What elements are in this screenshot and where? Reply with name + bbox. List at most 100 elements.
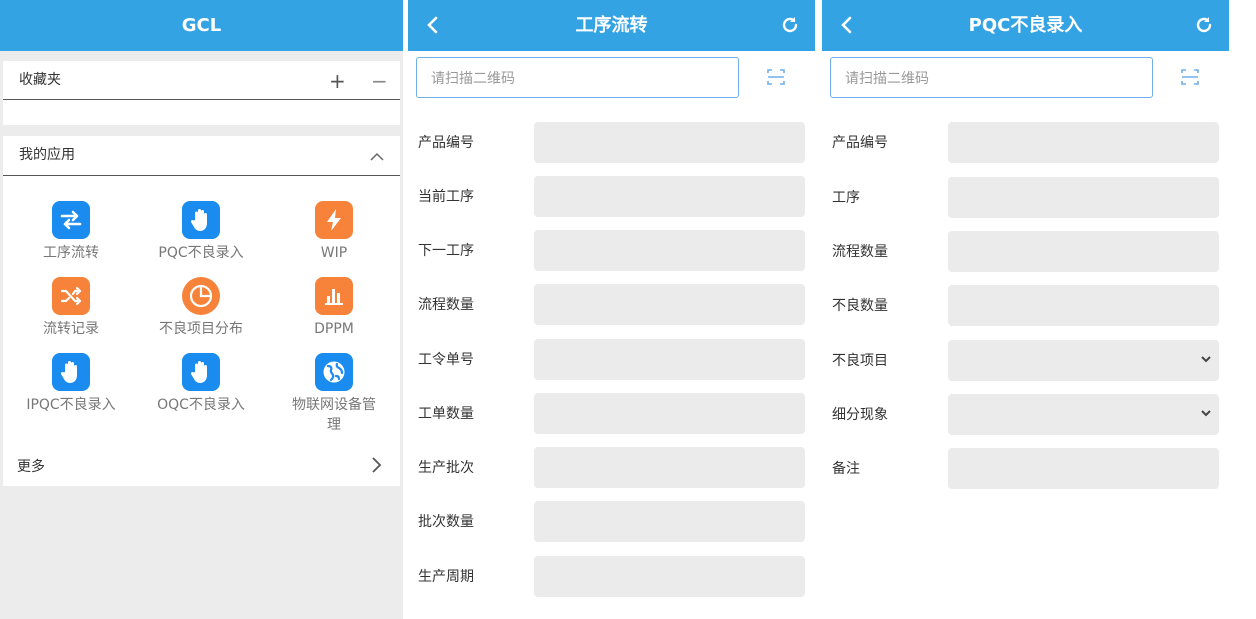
process-transfer-panel: 工序流转 产品编号 当前工序 下一工序 流程数量 工令单号 工单数量 生产批次 (408, 0, 815, 619)
qr-scan-input[interactable] (429, 58, 733, 99)
scan-icon[interactable] (1180, 67, 1200, 87)
refresh-icon[interactable] (1193, 14, 1215, 36)
app-oqc-defect-entry[interactable]: OQC不良录入 (136, 353, 266, 415)
field-row-flow-qty: 流程数量 (408, 284, 815, 326)
pqc-defect-title: PQC不良录入 (968, 15, 1083, 36)
field-label: 不良数量 (832, 298, 888, 314)
app-label: 流转记录 (43, 321, 99, 337)
process-transfer-header: 工序流转 (408, 0, 815, 51)
work-order-qty-field[interactable] (534, 393, 805, 434)
more-link[interactable]: 更多 (17, 456, 45, 476)
scan-field (416, 57, 739, 99)
app-ipqc-defect-entry[interactable]: IPQC不良录入 (6, 353, 136, 415)
field-label: 工单数量 (418, 406, 474, 422)
field-row-next-process: 下一工序 (408, 230, 815, 272)
divider (3, 99, 400, 100)
flow-qty-field[interactable] (534, 284, 805, 325)
swap-icon (52, 201, 90, 239)
favorites-card: 收藏夹 + − (3, 61, 400, 125)
field-label: 生产批次 (418, 460, 474, 476)
production-batch-field[interactable] (534, 447, 805, 488)
field-label: 下一工序 (418, 243, 474, 259)
field-row-work-order-no: 工令单号 (408, 339, 815, 381)
field-row-current-process: 当前工序 (408, 176, 815, 218)
batch-qty-field[interactable] (534, 501, 805, 542)
product-no-field[interactable] (534, 122, 805, 163)
app-label: IPQC不良录入 (26, 397, 116, 413)
chevron-up-icon[interactable] (369, 149, 385, 163)
field-label: 备注 (832, 461, 860, 477)
app-dppm[interactable]: DPPM (269, 277, 399, 339)
sub-phenomenon-select[interactable] (948, 394, 1219, 435)
app-process-transfer[interactable]: 工序流转 (6, 201, 136, 263)
remove-favorite-button[interactable]: − (371, 71, 388, 91)
app-label: 工序流转 (43, 245, 99, 261)
defect-qty-field[interactable] (948, 285, 1219, 326)
field-row-batch-qty: 批次数量 (408, 501, 815, 543)
app-pqc-defect-entry[interactable]: PQC不良录入 (136, 201, 266, 263)
field-row-flow-qty: 流程数量 (822, 231, 1229, 273)
field-label: 细分现象 (832, 407, 888, 423)
field-label: 产品编号 (832, 135, 888, 151)
field-label: 流程数量 (832, 244, 888, 260)
home-header: GCL (0, 0, 403, 51)
field-row-defect-qty: 不良数量 (822, 285, 1229, 327)
field-row-product-no: 产品编号 (822, 122, 1229, 164)
field-label: 当前工序 (418, 189, 474, 205)
shuffle-icon (52, 277, 90, 315)
remarks-field[interactable] (948, 448, 1219, 489)
app-defect-distribution[interactable]: 不良项目分布 (136, 277, 266, 339)
app-label: WIP (320, 245, 348, 261)
field-row-defect-item: 不良项目 (822, 340, 1229, 382)
process-field[interactable] (948, 177, 1219, 218)
field-label: 批次数量 (418, 514, 474, 530)
app-label: OQC不良录入 (157, 397, 245, 413)
app-label: PQC不良录入 (158, 245, 244, 261)
field-row-product-no: 产品编号 (408, 122, 815, 164)
field-row-process: 工序 (822, 177, 1229, 219)
field-label: 流程数量 (418, 297, 474, 313)
app-label: 物联网设备管理 (292, 397, 376, 433)
chevron-down-icon (1201, 410, 1211, 417)
app-label: DPPM (314, 321, 354, 337)
app-iot-device-management[interactable]: 物联网设备管理 (269, 353, 399, 435)
globe-icon (315, 353, 353, 391)
field-label: 工序 (832, 190, 860, 206)
pqc-defect-header: PQC不良录入 (822, 0, 1229, 51)
pqc-defect-panel: PQC不良录入 产品编号 工序 流程数量 不良数量 不良项目 细分现象 (822, 0, 1229, 619)
app-wip[interactable]: WIP (269, 201, 399, 263)
field-label: 不良项目 (832, 353, 888, 369)
defect-item-select[interactable] (948, 340, 1219, 381)
next-process-field[interactable] (534, 230, 805, 271)
flow-qty-field[interactable] (948, 231, 1219, 272)
app-label: 不良项目分布 (159, 321, 243, 337)
field-row-remarks: 备注 (822, 448, 1229, 490)
app-transfer-records[interactable]: 流转记录 (6, 277, 136, 339)
scan-icon[interactable] (766, 67, 786, 87)
pie-icon (182, 277, 220, 315)
divider (3, 175, 400, 176)
field-label: 工令单号 (418, 352, 474, 368)
work-order-no-field[interactable] (534, 339, 805, 380)
product-no-field[interactable] (948, 122, 1219, 163)
field-row-work-order-qty: 工单数量 (408, 393, 815, 435)
scan-field (830, 57, 1153, 99)
qr-scan-input[interactable] (843, 58, 1147, 99)
hand-icon (52, 353, 90, 391)
field-label: 产品编号 (418, 135, 474, 151)
bolt-icon (315, 201, 353, 239)
add-favorite-button[interactable]: + (329, 71, 346, 91)
production-cycle-field[interactable] (534, 556, 805, 597)
hand-icon (182, 201, 220, 239)
my-apps-title: 我的应用 (19, 147, 75, 163)
current-process-field[interactable] (534, 176, 805, 217)
my-apps-card: 我的应用 工序流转 PQC不良录入 WIP 流转记录 不良项目分布 DPPM I… (3, 136, 400, 486)
favorites-title: 收藏夹 (19, 72, 61, 88)
field-row-production-cycle: 生产周期 (408, 556, 815, 598)
refresh-icon[interactable] (779, 14, 801, 36)
field-row-production-batch: 生产批次 (408, 447, 815, 489)
field-label: 生产周期 (418, 569, 474, 585)
process-transfer-title: 工序流转 (575, 15, 648, 36)
chevron-right-icon[interactable] (369, 456, 383, 474)
home-title: GCL (181, 15, 222, 36)
